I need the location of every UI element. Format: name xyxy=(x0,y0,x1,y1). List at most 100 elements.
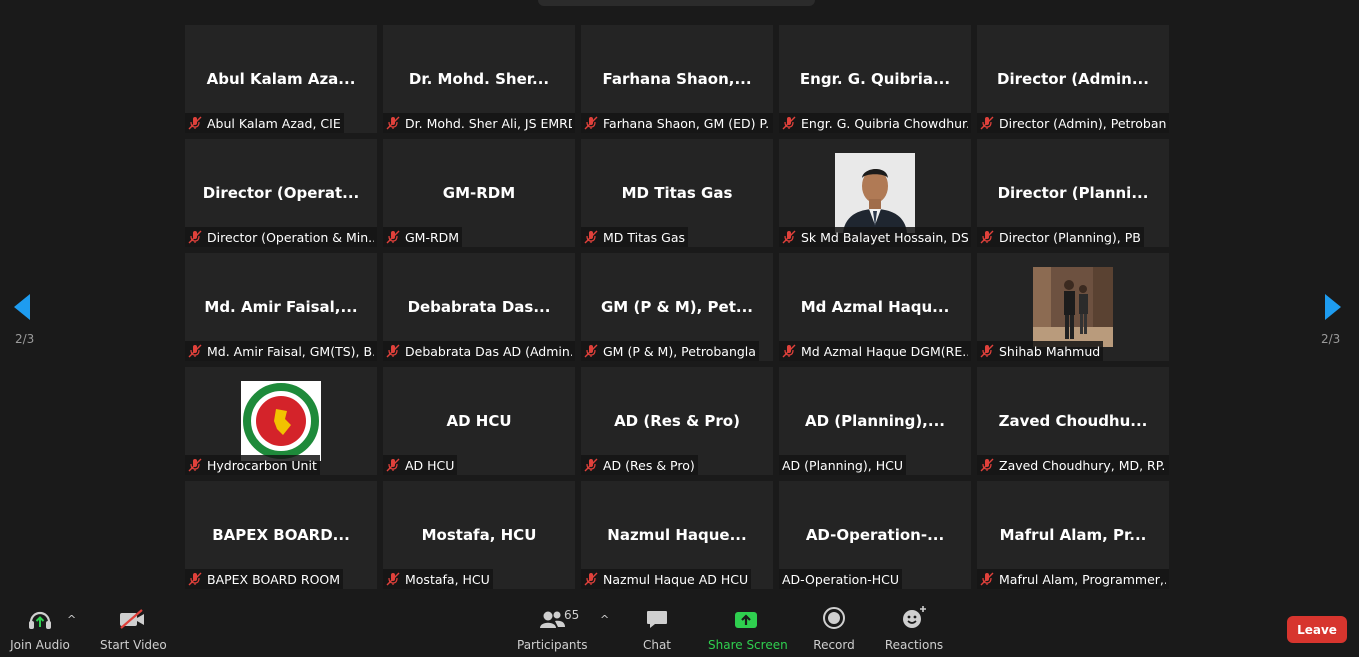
participant-display-name: Md. Amir Faisal,... xyxy=(204,298,358,316)
participant-name-label: Dr. Mohd. Sher Ali, JS EMRD xyxy=(405,115,572,131)
participant-tile[interactable]: GM-RDM GM-RDM xyxy=(383,139,575,247)
video-off-icon xyxy=(118,608,146,633)
participant-tile[interactable]: Debabrata Das... Debabrata Das AD (Admin.… xyxy=(383,253,575,361)
participant-name-label: Shihab Mahmud xyxy=(999,343,1101,359)
chat-label: Chat xyxy=(642,638,672,652)
participant-tile[interactable]: Sk Md Balayet Hossain, DS... xyxy=(779,139,971,247)
participant-display-name: Director (Planni... xyxy=(997,184,1149,202)
microphone-muted-icon xyxy=(188,572,202,586)
participant-logo xyxy=(241,381,321,461)
microphone-muted-icon xyxy=(386,230,400,244)
chat-bubble-icon xyxy=(645,608,669,633)
participant-name-label: AD-Operation-HCU xyxy=(782,571,900,587)
participant-display-name: AD HCU xyxy=(446,412,512,430)
participant-name-label: Md Azmal Haque DGM(RE... xyxy=(801,343,968,359)
participant-nameplate: Dr. Mohd. Sher Ali, JS EMRD xyxy=(383,113,575,133)
participant-tile[interactable]: GM (P & M), Pet... GM (P & M), Petrobangl… xyxy=(581,253,773,361)
participant-display-name: AD (Res & Pro) xyxy=(614,412,740,430)
participant-tile[interactable]: BAPEX BOARD... BAPEX BOARD ROOM xyxy=(185,481,377,589)
chat-button[interactable]: Chat xyxy=(637,603,677,657)
record-label: Record xyxy=(813,638,855,652)
microphone-muted-icon xyxy=(584,458,598,472)
microphone-muted-icon xyxy=(980,230,994,244)
participant-tile[interactable]: Abul Kalam Aza... Abul Kalam Azad, CIE xyxy=(185,25,377,133)
participant-nameplate: GM-RDM xyxy=(383,227,463,247)
participant-display-name: AD (Planning),... xyxy=(805,412,945,430)
microphone-muted-icon xyxy=(188,116,202,130)
participant-nameplate: Director (Operation & Min... xyxy=(185,227,377,247)
participant-tile[interactable]: AD (Res & Pro) AD (Res & Pro) xyxy=(581,367,773,475)
top-drag-handle[interactable] xyxy=(538,0,815,6)
participant-tile[interactable]: AD-Operation-... AD-Operation-HCU xyxy=(779,481,971,589)
participant-tile[interactable]: MD Titas Gas MD Titas Gas xyxy=(581,139,773,247)
share-screen-button[interactable]: Share Screen xyxy=(708,603,788,657)
participants-count: 65 xyxy=(564,608,580,622)
microphone-muted-icon xyxy=(980,344,994,358)
participant-tile[interactable]: Mafrul Alam, Pr... Mafrul Alam, Programme… xyxy=(977,481,1169,589)
participant-name-label: AD (Planning), HCU xyxy=(782,457,903,473)
page-indicator-left: 2/3 xyxy=(15,332,35,346)
microphone-muted-icon xyxy=(980,458,994,472)
participant-nameplate: Nazmul Haque AD HCU xyxy=(581,569,752,589)
participant-name-label: MD Titas Gas xyxy=(603,229,686,245)
microphone-muted-icon xyxy=(188,230,202,244)
participant-tile[interactable]: Director (Operat... Director (Operation &… xyxy=(185,139,377,247)
participant-tile[interactable]: AD HCU AD HCU xyxy=(383,367,575,475)
participant-tile[interactable]: Dr. Mohd. Sher... Dr. Mohd. Sher Ali, JS … xyxy=(383,25,575,133)
participant-tile[interactable]: Director (Planni... Director (Planning), … xyxy=(977,139,1169,247)
reactions-button[interactable]: Reactions xyxy=(884,603,944,657)
microphone-muted-icon xyxy=(386,572,400,586)
participant-nameplate: GM (P & M), Petrobangla xyxy=(581,341,759,361)
participant-name-label: GM (P & M), Petrobangla xyxy=(603,343,756,359)
participant-tile[interactable]: Hydrocarbon Unit xyxy=(185,367,377,475)
participant-display-name: Farhana Shaon,... xyxy=(602,70,752,88)
microphone-muted-icon xyxy=(584,230,598,244)
start-video-button[interactable]: Start Video xyxy=(100,603,167,657)
participant-name-label: Abul Kalam Azad, CIE xyxy=(207,115,341,131)
participants-button[interactable]: 65 Participants xyxy=(517,603,588,657)
participant-display-name: GM-RDM xyxy=(442,184,516,202)
participant-name-label: Zaved Choudhury, MD, RP... xyxy=(999,457,1166,473)
participant-display-name: Director (Admin... xyxy=(997,70,1149,88)
participant-nameplate: Farhana Shaon, GM (ED) P... xyxy=(581,113,773,133)
participant-video-thumbnail xyxy=(1033,267,1113,347)
record-icon xyxy=(822,606,846,633)
participant-display-name: GM (P & M), Pet... xyxy=(601,298,753,316)
leave-button[interactable]: Leave xyxy=(1287,616,1347,643)
participant-tile[interactable]: AD (Planning),... AD (Planning), HCU xyxy=(779,367,971,475)
participant-tile[interactable]: Nazmul Haque... Nazmul Haque AD HCU xyxy=(581,481,773,589)
gallery-view: Abul Kalam Aza... Abul Kalam Azad, CIE Dr.… xyxy=(185,25,1169,589)
page-indicator-right: 2/3 xyxy=(1321,332,1341,346)
microphone-muted-icon xyxy=(188,344,202,358)
audio-options-chevron-up-icon[interactable]: ^ xyxy=(67,613,76,626)
microphone-muted-icon xyxy=(584,116,598,130)
participant-display-name: Zaved Choudhu... xyxy=(998,412,1148,430)
participant-nameplate: Abul Kalam Azad, CIE xyxy=(185,113,344,133)
participant-tile[interactable]: Shihab Mahmud xyxy=(977,253,1169,361)
participant-nameplate: Zaved Choudhury, MD, RP... xyxy=(977,455,1169,475)
microphone-muted-icon xyxy=(782,116,796,130)
participant-tile[interactable]: Mostafa, HCU Mostafa, HCU xyxy=(383,481,575,589)
participant-tile[interactable]: Zaved Choudhu... Zaved Choudhury, MD, RP.… xyxy=(977,367,1169,475)
record-button[interactable]: Record xyxy=(811,603,857,657)
participant-name-label: BAPEX BOARD ROOM xyxy=(207,571,341,587)
participant-tile[interactable]: Director (Admin... Director (Admin), Petr… xyxy=(977,25,1169,133)
join-audio-button[interactable]: Join Audio xyxy=(8,603,72,657)
participant-nameplate: Debabrata Das AD (Admin... xyxy=(383,341,575,361)
participants-options-chevron-up-icon[interactable]: ^ xyxy=(600,613,609,626)
participant-display-name: Engr. G. Quibria... xyxy=(799,70,951,88)
participant-tile[interactable]: Engr. G. Quibria... Engr. G. Quibria Chow… xyxy=(779,25,971,133)
participant-display-name: Mostafa, HCU xyxy=(421,526,537,544)
join-audio-label: Join Audio xyxy=(10,638,70,652)
participant-tile[interactable]: Md Azmal Haqu... Md Azmal Haque DGM(RE... xyxy=(779,253,971,361)
page-prev-icon[interactable] xyxy=(12,292,34,322)
participant-name-label: Director (Planning), PB xyxy=(999,229,1141,245)
page-next-icon[interactable] xyxy=(1321,292,1343,322)
participant-tile[interactable]: Md. Amir Faisal,... Md. Amir Faisal, GM(T… xyxy=(185,253,377,361)
microphone-muted-icon xyxy=(584,572,598,586)
participant-name-label: Debabrata Das AD (Admin... xyxy=(405,343,572,359)
participant-tile[interactable]: Farhana Shaon,... Farhana Shaon, GM (ED) … xyxy=(581,25,773,133)
participant-name-label: AD HCU xyxy=(405,457,455,473)
meeting-toolbar: Join Audio ^ Start Video 65 Participants… xyxy=(0,603,1359,657)
reactions-smiley-icon xyxy=(900,604,928,633)
